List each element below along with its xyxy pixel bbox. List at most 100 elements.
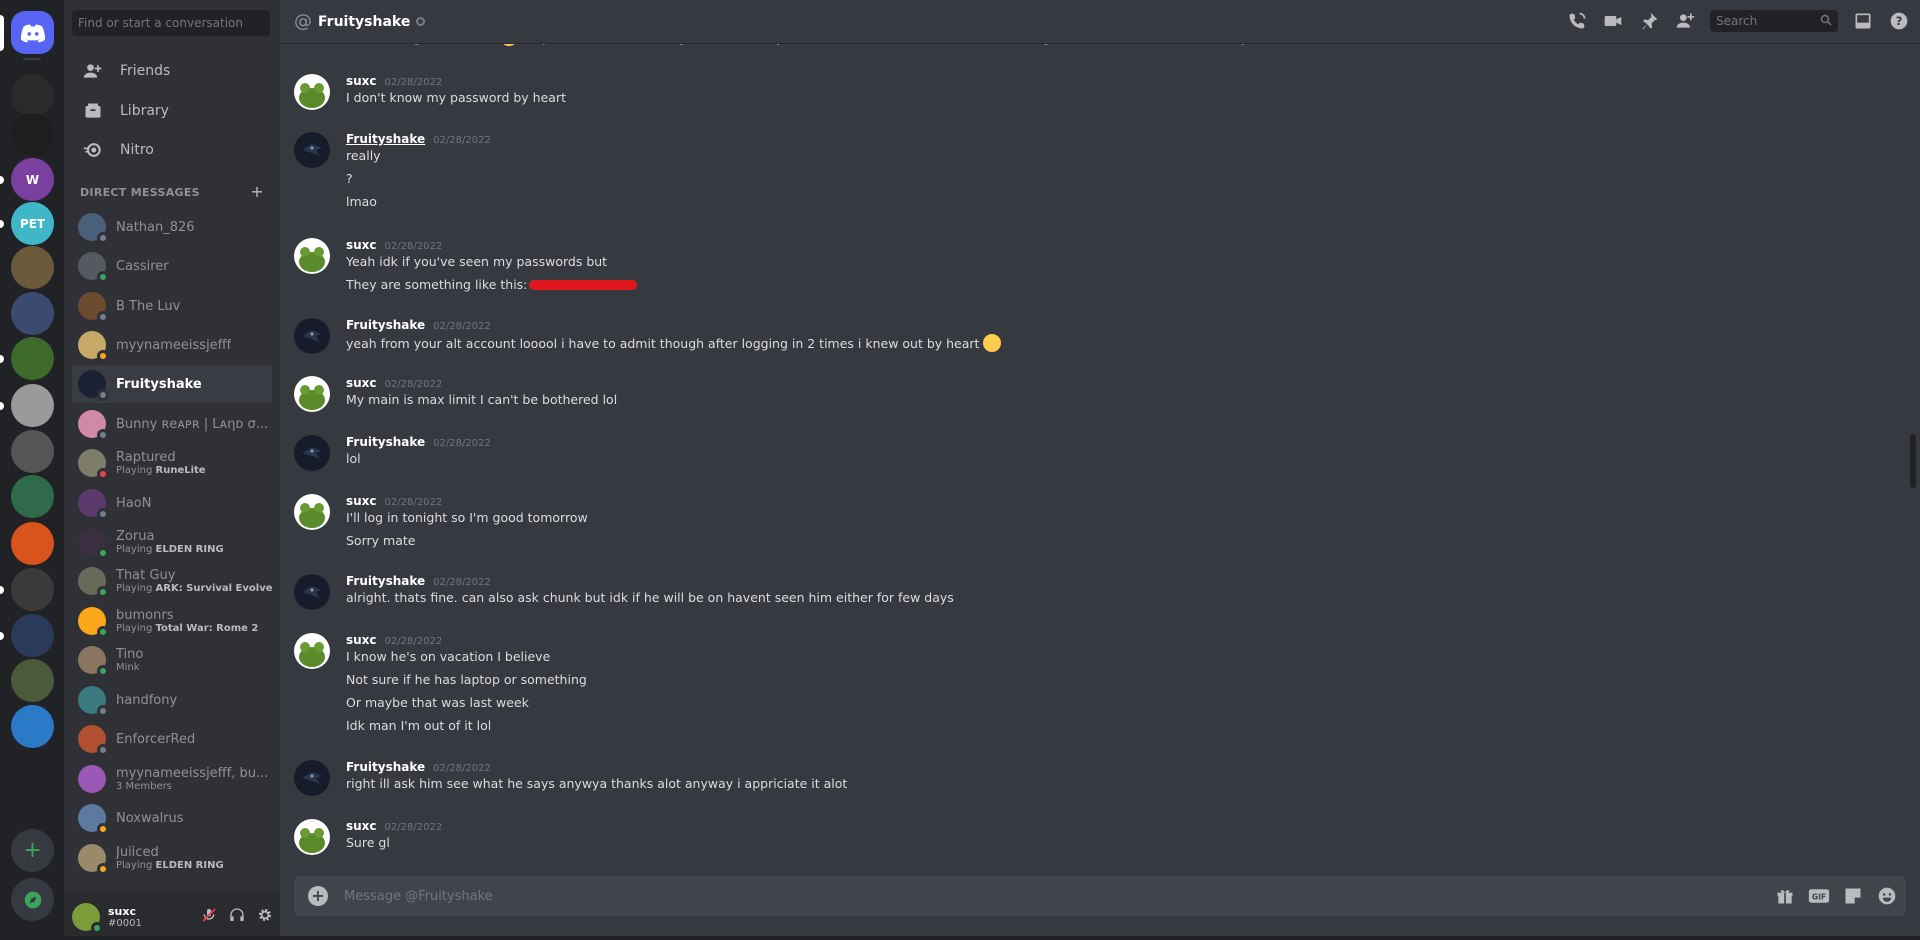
dm-item[interactable]: Bunny ʀeᴀᴘʀ | Lᴀηᴅ σ... [72, 405, 272, 443]
message-author[interactable]: suxc [346, 494, 377, 508]
headphones-icon[interactable] [228, 906, 246, 924]
server-icon[interactable] [11, 430, 54, 473]
server-icon[interactable] [11, 74, 54, 117]
dm-item[interactable]: Nathan_826 [72, 208, 272, 246]
attach-plus-icon[interactable]: + [308, 886, 328, 906]
add-friend-to-dm-icon[interactable] [1674, 10, 1696, 32]
mute-microphone-icon[interactable] [200, 906, 218, 924]
dm-item[interactable]: myynameeissjefff [72, 326, 272, 364]
nav-nitro[interactable]: Nitro [72, 132, 272, 168]
message-avatar[interactable] [294, 318, 330, 354]
dm-name: Cassirer [116, 258, 169, 274]
message-avatar[interactable] [294, 760, 330, 796]
dm-item[interactable]: Tino Mink [72, 641, 272, 679]
pinned-messages-icon[interactable] [1638, 10, 1660, 32]
message-author[interactable]: Fruityshake [346, 574, 425, 588]
server-icon[interactable] [11, 246, 54, 289]
voice-call-icon[interactable] [1566, 10, 1588, 32]
server-icon[interactable] [11, 337, 54, 380]
dm-item[interactable]: B The Luv [72, 287, 272, 325]
message-author[interactable]: suxc [346, 376, 377, 390]
search-input[interactable]: Search [1710, 10, 1838, 32]
server-icon[interactable] [11, 568, 54, 611]
dm-text: HaoN [116, 496, 151, 511]
message-author[interactable]: suxc [346, 819, 377, 833]
status-indicator [97, 547, 109, 559]
message-input[interactable]: Message @Fruityshake [344, 889, 493, 904]
svg-text:GIF: GIF [1812, 892, 1826, 901]
help-icon[interactable]: ? [1888, 10, 1910, 32]
server-icon[interactable] [11, 113, 54, 156]
nav-library[interactable]: Library [72, 93, 272, 129]
dm-item[interactable]: Fruityshake [72, 365, 272, 403]
gif-icon[interactable]: GIF [1808, 885, 1830, 907]
dm-name: That Guy [116, 568, 176, 583]
server-icon[interactable] [11, 292, 54, 335]
dm-item[interactable]: HaoN [72, 484, 272, 522]
message-avatar[interactable] [294, 819, 330, 855]
message-avatar[interactable] [294, 574, 330, 610]
explore-servers-button[interactable] [11, 878, 54, 921]
message-avatar[interactable] [294, 74, 330, 110]
server-icon[interactable] [11, 659, 54, 702]
redaction-mark [529, 280, 638, 290]
message-scrollbar[interactable] [1910, 434, 1916, 488]
message-author[interactable]: suxc [346, 633, 377, 647]
server-icon[interactable] [11, 705, 54, 748]
create-dm-plus-icon[interactable]: + [250, 184, 264, 200]
dm-item[interactable]: myynameeissjefff, bu... 3 Members [72, 760, 272, 798]
server-icon[interactable] [11, 384, 54, 427]
inbox-icon[interactable] [1852, 10, 1874, 32]
server-icon[interactable] [11, 475, 54, 518]
dm-item[interactable]: Zorua Playing ELDEN RING [72, 523, 272, 561]
message-text: Yeah idk if you've seen my passwords but [346, 254, 608, 269]
dm-item[interactable]: Noxwalrus [72, 799, 272, 837]
dm-item[interactable]: Raptured Playing RuneLite [72, 444, 272, 482]
emoji-picker-icon[interactable] [1876, 885, 1898, 907]
server-icon[interactable]: W [11, 158, 54, 201]
nav-friends[interactable]: Friends [72, 53, 272, 89]
message-author[interactable]: Fruityshake [346, 132, 425, 146]
dm-item[interactable]: bumonrs Playing Total War: Rome 2 [72, 602, 272, 640]
server-icon[interactable] [11, 614, 54, 657]
message-avatar[interactable] [294, 238, 330, 274]
message-author[interactable]: Fruityshake [346, 435, 425, 449]
message-avatar[interactable] [294, 376, 330, 412]
settings-gear-icon[interactable] [256, 906, 274, 924]
server-icon[interactable]: PET [11, 202, 54, 245]
message-author[interactable]: Fruityshake [346, 318, 425, 332]
add-server-button[interactable]: + [11, 829, 54, 872]
server-unread-pill [0, 176, 4, 184]
message-timestamp: 02/28/2022 [384, 241, 443, 252]
message-avatar[interactable] [294, 435, 330, 471]
message-author[interactable]: suxc [346, 74, 377, 88]
gift-icon[interactable] [1774, 885, 1796, 907]
dm-avatar [78, 725, 109, 756]
message-avatar[interactable] [294, 494, 330, 530]
dm-item[interactable]: Juiiced Playing ELDEN RING [72, 839, 272, 877]
dm-avatar [78, 331, 109, 362]
dm-name: Fruityshake [116, 376, 202, 392]
message-author[interactable]: Fruityshake [346, 760, 425, 774]
video-call-icon[interactable] [1602, 10, 1624, 32]
message-composer[interactable]: + Message @Fruityshake GIF [294, 876, 1906, 916]
dm-avatar [78, 804, 109, 835]
dm-name: myynameeissjefff, bu... [116, 766, 269, 781]
home-button[interactable] [11, 11, 54, 54]
dm-item[interactable]: That Guy Playing ARK: Survival Evolved [72, 562, 272, 600]
user-avatar[interactable] [72, 902, 103, 934]
status-indicator [97, 350, 109, 362]
dm-item[interactable]: Cassirer [72, 247, 272, 285]
dm-avatar [78, 410, 109, 441]
dm-item[interactable]: EnforcerRed [72, 720, 272, 758]
find-conversation-input[interactable]: Find or start a conversation [72, 10, 270, 36]
server-icon[interactable] [11, 522, 54, 565]
sticker-icon[interactable] [1842, 885, 1864, 907]
message-author[interactable]: suxc [346, 238, 377, 252]
dm-avatar [78, 528, 109, 559]
channel-header: @ Fruityshake Search ? [280, 0, 1920, 44]
dm-item[interactable]: handfony [72, 681, 272, 719]
dm-text: Fruityshake [116, 377, 202, 392]
message-avatar[interactable] [294, 132, 330, 168]
message-avatar[interactable] [294, 633, 330, 669]
